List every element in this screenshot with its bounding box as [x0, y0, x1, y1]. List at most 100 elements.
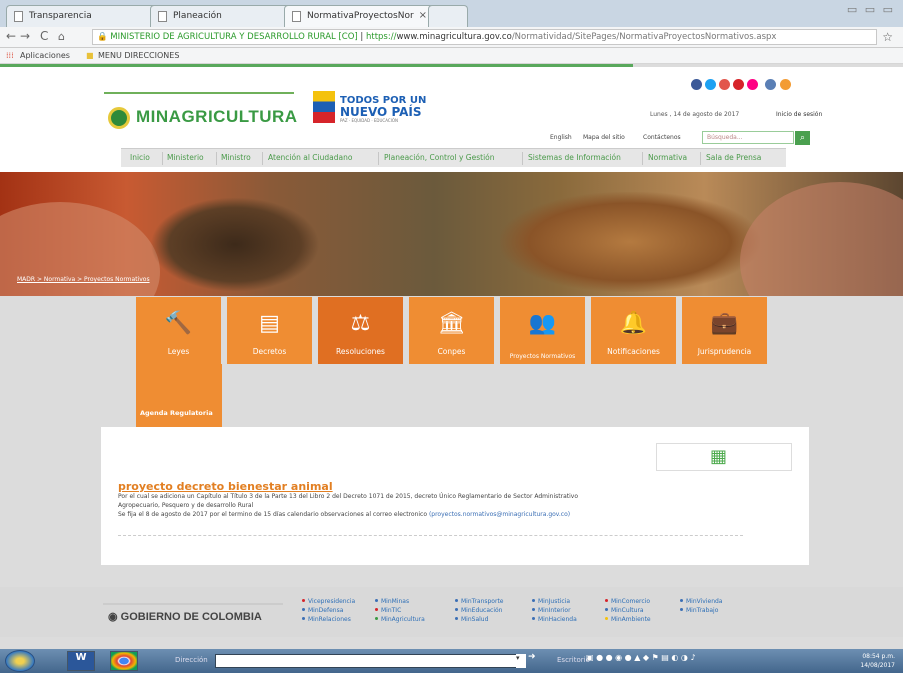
ministry-link[interactable]: MinMinas — [375, 598, 409, 605]
ministry-link-label: MinMinas — [381, 598, 410, 605]
menu-divider — [642, 152, 643, 165]
ministry-link-label: MinRelaciones — [308, 616, 351, 623]
bullet-icon — [605, 617, 608, 620]
flickr2-icon[interactable] — [747, 79, 758, 90]
rss-icon[interactable] — [780, 79, 791, 90]
ministry-link[interactable]: MinTrabajo — [680, 607, 718, 614]
flickr-icon[interactable] — [719, 79, 730, 90]
new-tab-button[interactable] — [428, 5, 468, 27]
bullet-icon — [302, 608, 305, 611]
tab-transparencia[interactable]: Transparencia × — [6, 5, 164, 27]
main-menu: Inicio Ministerio Ministro Atención al C… — [121, 148, 786, 167]
twitter-icon[interactable] — [705, 79, 716, 90]
menu-ministerio[interactable]: Ministerio — [167, 153, 204, 162]
calendar-icon[interactable]: ▦ — [710, 446, 727, 467]
coat-of-arms-icon[interactable] — [108, 107, 130, 129]
menu-sistemas[interactable]: Sistemas de Información — [528, 153, 621, 162]
go-icon[interactable]: ➜ — [528, 652, 536, 662]
breadcrumb[interactable]: MADR > Normativa > Proyectos Normativos — [17, 276, 150, 283]
tile-leyes[interactable]: 🔨 Leyes — [136, 297, 221, 364]
desktop-toolbar-label[interactable]: Escritorio — [557, 656, 590, 664]
tab-normativa[interactable]: NormativaProyectosNor × — [284, 5, 434, 27]
ministry-link-label: MinEducación — [461, 607, 503, 614]
url-site-name: MINISTERIO DE AGRICULTURA Y DESARROLLO R… — [110, 32, 358, 42]
ministry-link[interactable]: Vicepresidencia — [302, 598, 355, 605]
ministry-link[interactable]: MinComercio — [605, 598, 650, 605]
ministry-link[interactable]: MinTransporte — [455, 598, 504, 605]
chrome-icon[interactable] — [110, 651, 138, 671]
clock[interactable]: 08:54 p.m. 14/08/2017 — [860, 652, 895, 670]
tile-resoluciones[interactable]: ⚖ Resoluciones — [318, 297, 403, 364]
reload-icon[interactable]: C — [40, 29, 48, 43]
bullet-icon — [455, 617, 458, 620]
email-link[interactable]: (proyectos.normativos@minagricultura.gov… — [429, 511, 570, 518]
menu-ministro[interactable]: Ministro — [221, 153, 251, 162]
back-icon[interactable]: ← — [6, 29, 16, 43]
menu-atencion[interactable]: Atención al Ciudadano — [268, 153, 352, 162]
menu-normativa[interactable]: Normativa — [648, 153, 687, 162]
menu-divider — [378, 152, 379, 165]
tab-planeacion[interactable]: Planeación × — [150, 5, 298, 27]
tile-agenda-regulatoria[interactable]: Agenda Regulatoria — [136, 364, 222, 428]
ministry-link[interactable]: MinRelaciones — [302, 616, 351, 623]
address-toolbar-input[interactable] — [215, 654, 517, 668]
tile-label: Notificaciones — [607, 347, 660, 356]
tile-proyectos-normativos[interactable]: 👥 Proyectos Normativos — [500, 297, 585, 364]
search-icon[interactable]: ⌕ — [795, 131, 810, 145]
sitemap-link[interactable]: Mapa del sitio — [583, 134, 625, 141]
bookmark-menu-direcciones[interactable]: MENU DIRECCIONES — [98, 51, 179, 60]
ministry-link[interactable]: MinAgricultura — [375, 616, 425, 623]
url-input[interactable]: 🔒 MINISTERIO DE AGRICULTURA Y DESARROLLO… — [92, 29, 877, 45]
dropdown-arrow-icon[interactable]: ▾ — [516, 654, 526, 668]
instagram-icon[interactable] — [765, 79, 776, 90]
menu-divider — [700, 152, 701, 165]
facebook-icon[interactable] — [691, 79, 702, 90]
ministry-link[interactable]: MinVivienda — [680, 598, 722, 605]
hero-soil — [150, 197, 320, 292]
tile-decretos[interactable]: ▤ Decretos — [227, 297, 312, 364]
gobierno-logo[interactable]: ◉ GOBIERNO DE COLOMBIA — [103, 603, 283, 625]
ministry-link[interactable]: MinAmbiente — [605, 616, 651, 623]
ministry-link[interactable]: MinHacienda — [532, 616, 577, 623]
menu-inicio[interactable]: Inicio — [130, 153, 150, 162]
bullet-icon — [680, 608, 683, 611]
system-tray[interactable]: ▣ ● ● ◉ ● ▲ ◆ ⚑ ▤ ◐ ◑ ♪ — [586, 653, 696, 662]
search-input[interactable]: Búsqueda... — [702, 131, 794, 144]
window-controls[interactable]: ▭ ▭ ▭ — [847, 3, 895, 16]
menu-divider — [162, 152, 163, 165]
home-icon[interactable]: ⌂ — [58, 30, 65, 43]
forward-icon[interactable]: → — [20, 29, 30, 43]
login-link[interactable]: Inicio de sesión — [776, 111, 822, 118]
youtube-icon[interactable] — [733, 79, 744, 90]
address-toolbar-label: Dirección — [175, 656, 208, 664]
ministry-link[interactable]: MinEducación — [455, 607, 502, 614]
ministry-link-label: MinCultura — [611, 607, 644, 614]
ministry-link[interactable]: MinDefensa — [302, 607, 343, 614]
ministry-link[interactable]: MinInterior — [532, 607, 571, 614]
tab-title: Transparencia — [29, 11, 92, 21]
bookmark-star-icon[interactable]: ☆ — [882, 30, 893, 44]
bell-icon: 🔔 — [619, 311, 648, 336]
ministry-link[interactable]: MinTIC — [375, 607, 401, 614]
bullet-icon — [532, 599, 535, 602]
start-button[interactable] — [5, 650, 35, 672]
site-logo[interactable]: MINAGRICULTURA — [136, 107, 298, 127]
tile-label: Conpes — [437, 347, 466, 356]
menu-planeacion[interactable]: Planeación, Control y Gestión — [384, 153, 495, 162]
ministry-link[interactable]: MinCultura — [605, 607, 644, 614]
ministry-link-label: MinTIC — [381, 607, 402, 614]
ministry-link[interactable]: MinSalud — [455, 616, 488, 623]
project-title-link[interactable]: proyecto decreto bienestar animal — [118, 480, 333, 493]
contact-link[interactable]: Contáctenos — [643, 134, 681, 141]
tile-conpes[interactable]: 🏛 Conpes — [409, 297, 494, 364]
word-icon[interactable]: W — [67, 651, 95, 671]
menu-sala-prensa[interactable]: Sala de Prensa — [706, 153, 761, 162]
bookmark-aplicaciones[interactable]: Aplicaciones — [20, 51, 70, 60]
english-link[interactable]: English — [550, 134, 572, 141]
project-description: Por el cual se adiciona un Capítulo al T… — [118, 493, 578, 500]
apps-grid-icon[interactable]: ⁞⁞⁞ — [6, 51, 14, 60]
tile-notificaciones[interactable]: 🔔 Notificaciones — [591, 297, 676, 364]
tile-jurisprudencia[interactable]: 💼 Jurisprudencia — [682, 297, 767, 364]
close-icon[interactable]: × — [419, 10, 427, 21]
ministry-link[interactable]: MinJusticia — [532, 598, 570, 605]
